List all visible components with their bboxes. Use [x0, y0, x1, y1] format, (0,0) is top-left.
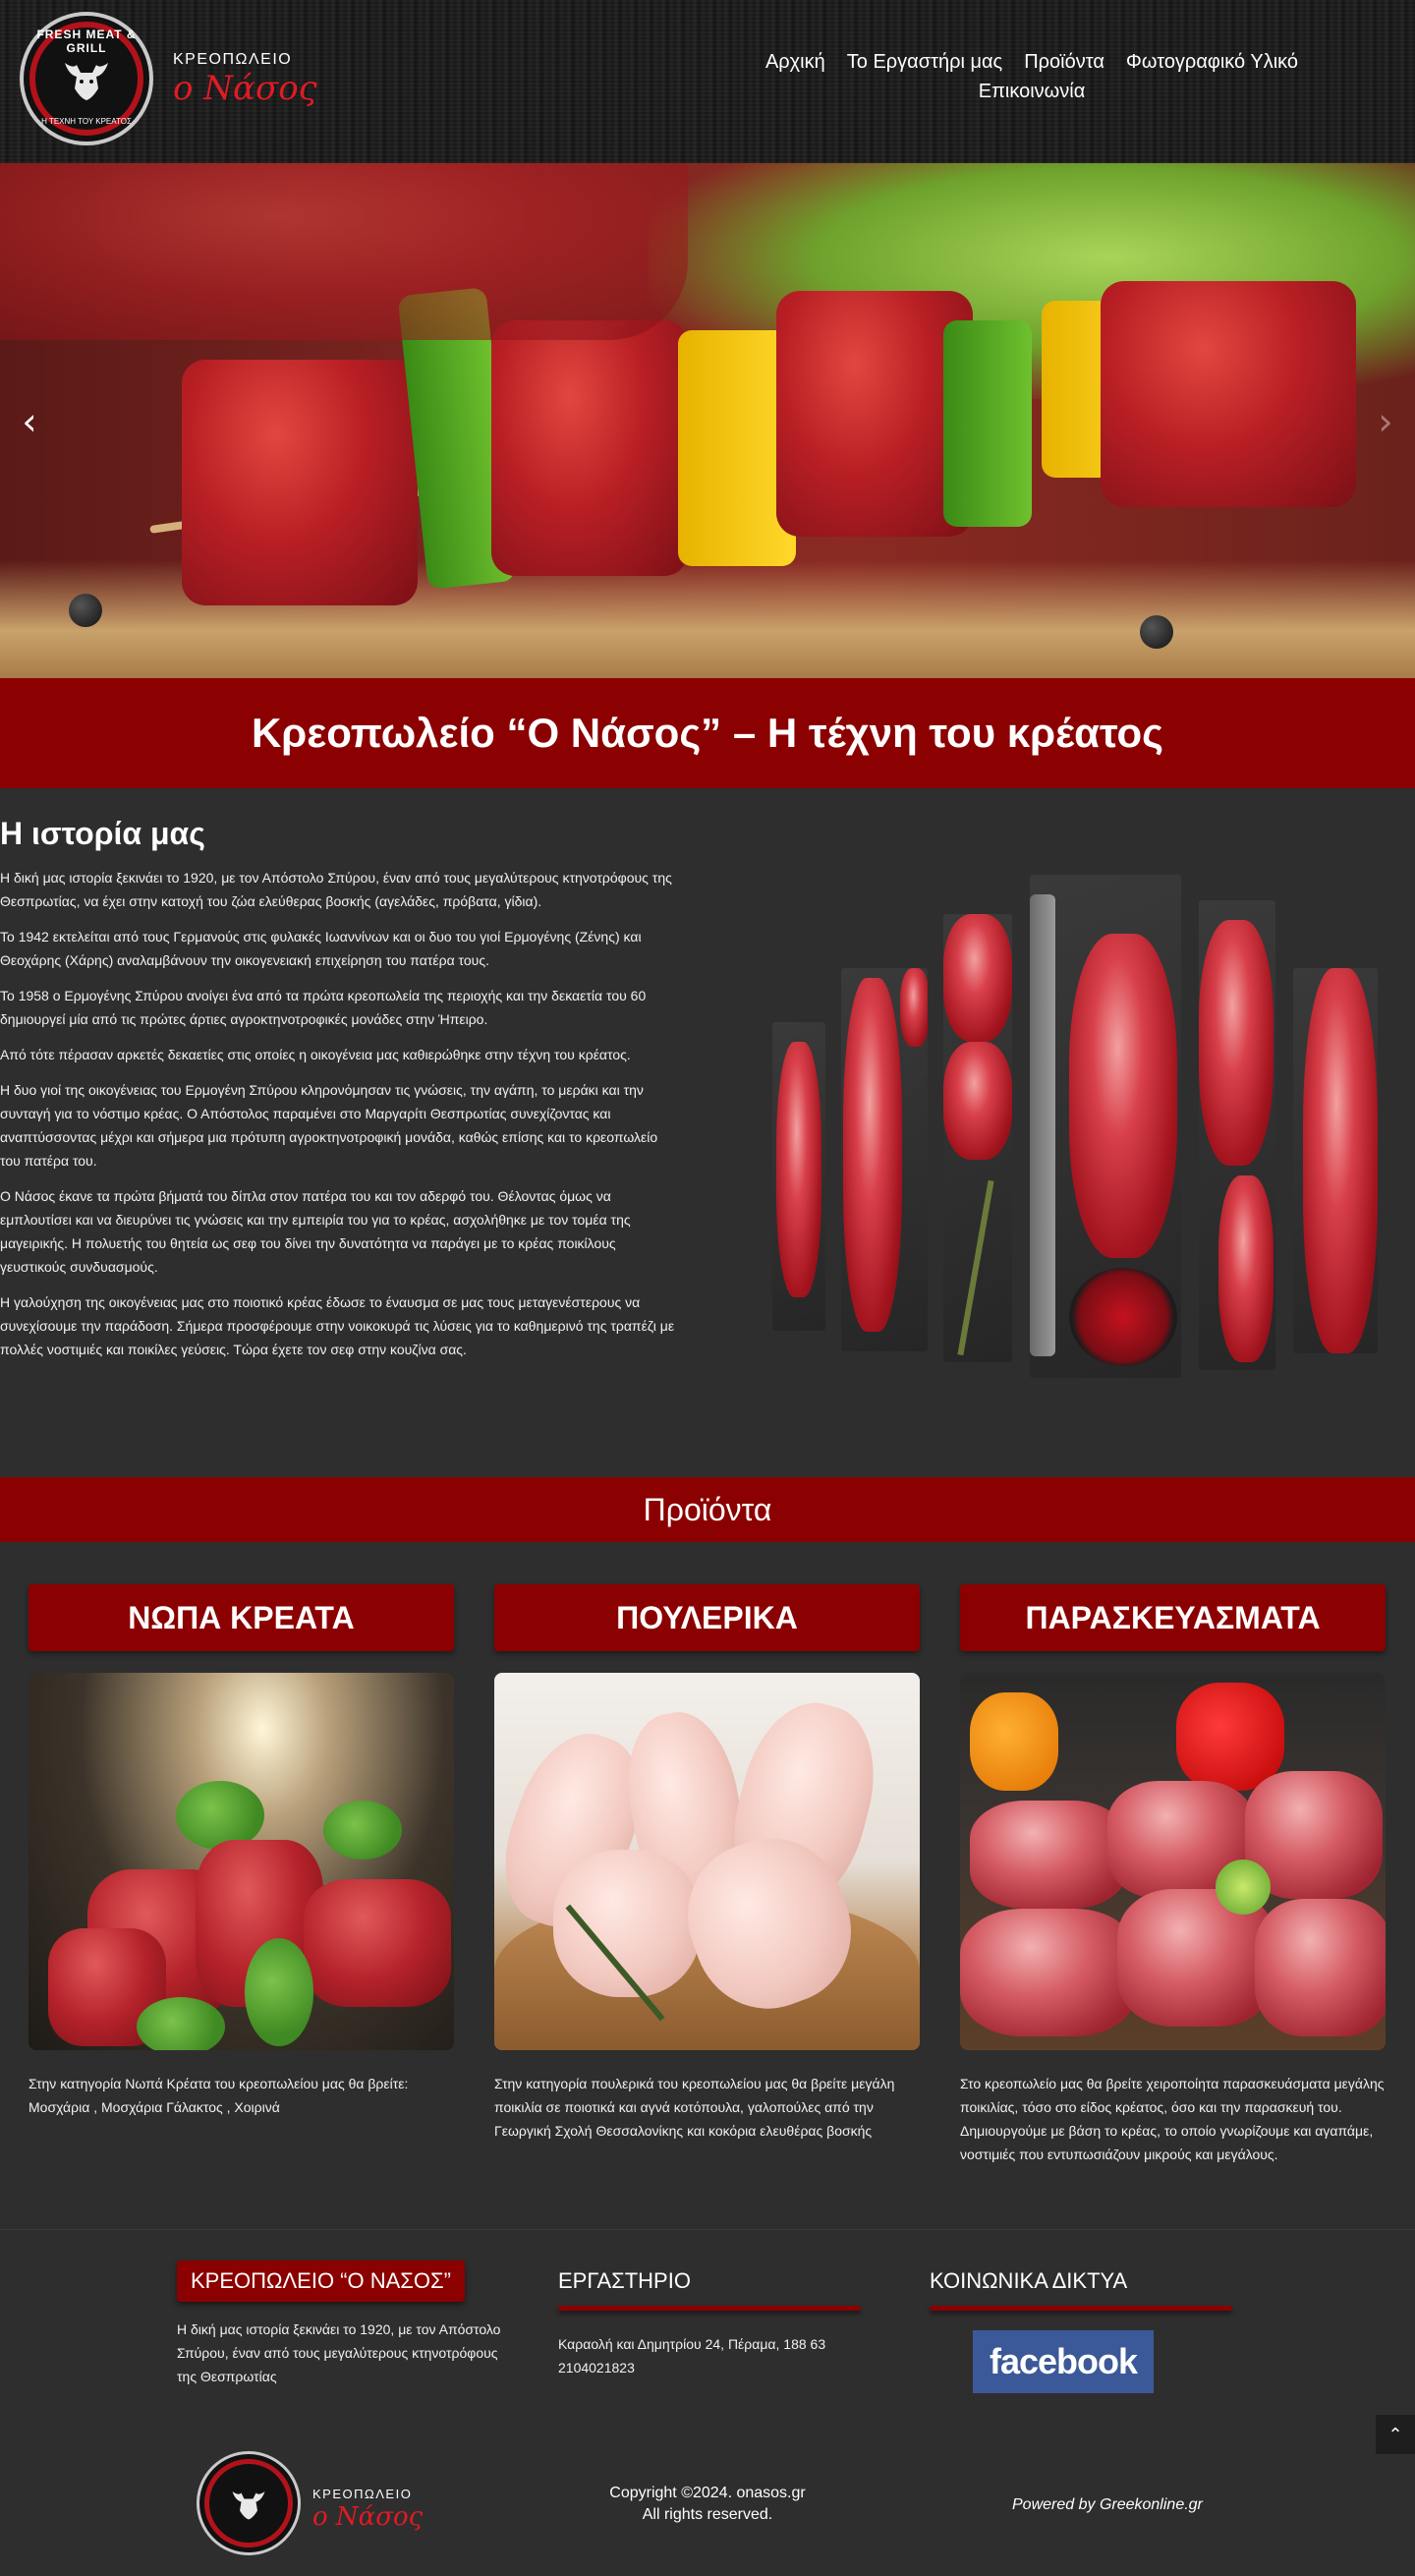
footer-social-title: ΚΟΙΝΩΝΙΚΑ ΔΙΚΤΥΑ — [930, 2268, 1128, 2293]
footer-title-underline — [930, 2306, 1232, 2311]
copyright-line: All rights reserved. — [642, 2506, 773, 2523]
nav-item-workshop[interactable]: Το Εργαστήρι μας — [847, 47, 1002, 77]
product-card-header[interactable]: ΠΟΥΛΕΡΙΚΑ — [494, 1584, 920, 1651]
history-strip-image — [772, 875, 1378, 1378]
history-section: Η ιστορία μας Η δική μας ιστορία ξεκινάε… — [0, 816, 678, 1373]
brand-top-label: ΚΡΕΟΠΩΛΕΙΟ — [173, 51, 293, 68]
main-nav: Αρχική Το Εργαστήρι μας Προϊόντα Φωτογρα… — [688, 47, 1376, 106]
bull-icon — [65, 63, 108, 100]
footer-brand-wordmark: ΚΡΕΟΠΩΛΕΙΟ ο Νάσος — [312, 2487, 423, 2533]
product-card-poultry[interactable]: ΠΟΥΛΕΡΙΚΑ Στην κατηγορία πουλερικά του κ… — [494, 1584, 920, 2143]
nav-row-2: Επικοινωνία — [688, 77, 1376, 106]
nav-item-products[interactable]: Προϊόντα — [1024, 47, 1104, 77]
product-card-header[interactable]: ΝΩΠΑ ΚΡΕΑΤΑ — [28, 1584, 454, 1651]
facebook-icon: facebook — [989, 2341, 1138, 2381]
product-card-description: Στο κρεοπωλείο μας θα βρείτε χειροποίητα… — [960, 2076, 1385, 2162]
product-card-title: ΝΩΠΑ ΚΡΕΑΤΑ — [128, 1599, 355, 1635]
footer-about: ΚΡΕΟΠΩΛΕΙΟ “Ο ΝΑΣΟΣ” Η δική μας ιστορία … — [177, 2261, 501, 2388]
hero-slider: ‹ › — [0, 163, 1415, 678]
footer-workshop-title: ΕΡΓΑΣΤΗΡΙΟ — [558, 2268, 691, 2293]
image-strip — [1030, 875, 1181, 1378]
brand-name: ο Νάσος — [173, 69, 317, 108]
history-paragraph: Ο Νάσος έκανε τα πρώτα βήματά του δίπλα … — [0, 1188, 631, 1275]
bull-icon — [232, 2491, 265, 2520]
product-card-description: Στην κατηγορία πουλερικά του κρεοπωλείου… — [494, 2076, 895, 2139]
product-card-fresh-meat[interactable]: ΝΩΠΑ ΚΡΕΑΤΑ Στην κατηγορία Νωπά Κρέατα τ… — [28, 1584, 454, 2119]
hero-meat-chunk — [491, 320, 688, 576]
footer-social: ΚΟΙΝΩΝΙΚΑ ΔΙΚΤΥΑ — [930, 2261, 1232, 2311]
footer-phone[interactable]: 2104021823 — [558, 2360, 635, 2376]
chevron-up-icon[interactable]: ⌃ — [1376, 2415, 1415, 2454]
image-strip — [1199, 900, 1275, 1370]
history-paragraph: Το 1958 ο Ερμογένης Σπύρου ανοίγει ένα α… — [0, 988, 647, 1027]
history-paragraph: Η δική μας ιστορία ξεκινάει το 1920, με … — [0, 870, 672, 909]
image-strip — [772, 1022, 825, 1331]
product-card-image[interactable] — [494, 1673, 920, 2050]
history-paragraph: Το 1942 εκτελείται από τους Γερμανούς στ… — [0, 929, 642, 968]
history-paragraph: Η γαλούχηση της οικογένειας μας στο ποιο… — [0, 1294, 675, 1357]
hero-peppercorn — [1140, 615, 1173, 649]
footer-title-underline — [558, 2306, 861, 2311]
facebook-button[interactable]: facebook — [973, 2330, 1154, 2393]
copyright-line: Copyright ©2024. onasos.gr — [609, 2485, 806, 2501]
footer-about-text: Η δική μας ιστορία ξεκινάει το 1920, με … — [177, 2321, 501, 2384]
history-heading: Η ιστορία μας — [0, 816, 205, 851]
product-card-header[interactable]: ΠΑΡΑΣΚΕΥΑΣΜΑΤΑ — [960, 1584, 1386, 1651]
product-card-image[interactable] — [28, 1673, 454, 2050]
hero-meat-chunk — [0, 163, 688, 340]
site-header: FRESH MEAT & GRILL Η ΤΕΧΝΗ ΤΟΥ ΚΡΕΑΤΟΣ Κ… — [0, 0, 1415, 163]
hero-meat-chunk — [1101, 281, 1356, 507]
history-paragraph: Από τότε πέρασαν αρκετές δεκαετίες στις … — [0, 1047, 631, 1062]
brand-name: ο Νάσος — [312, 2502, 424, 2532]
image-strip — [1293, 968, 1378, 1353]
brand-wordmark[interactable]: ΚΡΕΟΠΩΛΕΙΟ ο Νάσος — [173, 51, 317, 108]
footer-about-title: ΚΡΕΟΠΩΛΕΙΟ “Ο ΝΑΣΟΣ” — [177, 2261, 465, 2302]
products-band: Προϊόντα — [0, 1477, 1415, 1542]
product-card-description: Στην κατηγορία Νωπά Κρέατα του κρεοπωλεί… — [28, 2076, 409, 2115]
product-card-title: ΠΟΥΛΕΡΙΚΑ — [616, 1599, 798, 1635]
chevron-left-icon[interactable]: ‹ — [10, 397, 49, 446]
nav-item-contact[interactable]: Επικοινωνία — [979, 77, 1086, 106]
product-card-title: ΠΑΡΑΣΚΕΥΑΣΜΑΤΑ — [1025, 1599, 1321, 1635]
logo-arc-bottom: Η ΤΕΧΝΗ ΤΟΥ ΚΡΕΑΤΟΣ — [41, 117, 132, 126]
history-paragraph: Η δυο γιοί της οικογένειας του Ερμογένη … — [0, 1082, 658, 1169]
footer-workshop: ΕΡΓΑΣΤΗΡΙΟ Καραολή και Δημητρίου 24, Πέρ… — [558, 2261, 861, 2379]
footer-address[interactable]: Καραολή και Δημητρίου 24, Πέραμα, 188 63 — [558, 2336, 825, 2352]
hero-peppercorn — [69, 594, 102, 627]
hero-green-pepper — [943, 320, 1032, 527]
image-strip — [841, 968, 928, 1351]
nav-item-gallery[interactable]: Φωτογραφικό Υλικό — [1126, 47, 1298, 77]
footer-logo[interactable] — [197, 2451, 301, 2555]
product-card-image[interactable] — [960, 1673, 1386, 2050]
hero-meat-chunk — [182, 360, 418, 605]
powered-by-link[interactable]: Powered by Greekonline.gr — [1012, 2496, 1203, 2514]
copyright: Copyright ©2024. onasos.gr All rights re… — [550, 2483, 865, 2526]
footer-contact-block: Καραολή και Δημητρίου 24, Πέραμα, 188 63… — [558, 2332, 861, 2379]
logo-arc-top: FRESH MEAT & GRILL — [36, 28, 137, 55]
image-strip — [943, 914, 1012, 1362]
chevron-right-icon[interactable]: › — [1366, 397, 1405, 446]
page-title: Κρεοπωλείο “Ο Νάσος” – Η τέχνη του κρέατ… — [251, 710, 1164, 756]
nav-item-home[interactable]: Αρχική — [765, 47, 825, 77]
product-card-preparations[interactable]: ΠΑΡΑΣΚΕΥΑΣΜΑΤΑ Στο κρεοπωλείο μας θα βρε… — [960, 1584, 1386, 2166]
brand-top-label: ΚΡΕΟΠΩΛΕΙΟ — [312, 2487, 413, 2501]
title-band: Κρεοπωλείο “Ο Νάσος” – Η τέχνη του κρέατ… — [0, 678, 1415, 788]
products-heading: Προϊόντα — [643, 1491, 772, 1527]
nav-row-1: Αρχική Το Εργαστήρι μας Προϊόντα Φωτογρα… — [688, 47, 1376, 77]
footer-divider — [0, 2229, 1415, 2230]
site-logo[interactable]: FRESH MEAT & GRILL Η ΤΕΧΝΗ ΤΟΥ ΚΡΕΑΤΟΣ — [20, 12, 153, 145]
